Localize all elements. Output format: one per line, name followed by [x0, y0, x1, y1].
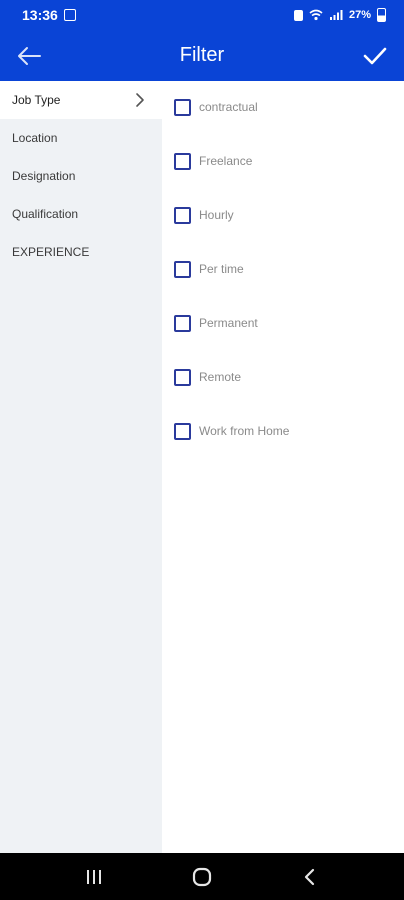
system-nav-bar	[0, 853, 404, 900]
option-label: Work from Home	[199, 424, 290, 438]
option-permanent[interactable]: Permanent	[162, 315, 404, 369]
filter-category-list: Job Type Location Designation Qualificat…	[0, 81, 162, 853]
option-label: contractual	[199, 100, 258, 114]
sidebar-item-location[interactable]: Location	[0, 119, 162, 157]
sidebar-item-label: Location	[12, 131, 58, 145]
option-work-from-home[interactable]: Work from Home	[162, 423, 404, 477]
option-label: Freelance	[199, 154, 253, 168]
checkbox[interactable]	[174, 261, 191, 278]
sidebar-item-label: Job Type	[12, 93, 61, 107]
sidebar-item-label: Designation	[12, 169, 76, 183]
sidebar-item-job-type[interactable]: Job Type	[0, 81, 162, 119]
option-contractual[interactable]: contractual	[162, 99, 404, 153]
status-time: 13:36	[22, 7, 58, 23]
apply-filter-button[interactable]	[360, 41, 390, 71]
job-type-options: contractual Freelance Hourly Per time Pe…	[162, 81, 404, 853]
back-nav-button[interactable]	[290, 857, 330, 897]
chevron-right-icon	[136, 93, 144, 107]
option-label: Permanent	[199, 316, 258, 330]
signal-icon	[329, 10, 343, 20]
status-bar: 13:36 27%	[0, 0, 404, 30]
sidebar-item-experience[interactable]: EXPERIENCE	[0, 233, 162, 271]
checkbox[interactable]	[174, 369, 191, 386]
sidebar-item-qualification[interactable]: Qualification	[0, 195, 162, 233]
status-left: 13:36	[22, 7, 76, 23]
app-bar: Filter	[0, 30, 404, 81]
recent-apps-icon	[87, 869, 101, 884]
option-label: Per time	[199, 262, 244, 276]
option-remote[interactable]: Remote	[162, 369, 404, 423]
gallery-icon	[63, 9, 76, 21]
battery-percent: 27%	[348, 9, 371, 21]
page-title: Filter	[179, 44, 225, 66]
checkmark-icon	[363, 47, 387, 64]
back-button[interactable]	[14, 41, 44, 71]
option-freelance[interactable]: Freelance	[162, 153, 404, 207]
sidebar-item-label: Qualification	[12, 207, 79, 221]
recent-apps-button[interactable]	[74, 857, 114, 897]
option-label: Remote	[199, 370, 242, 384]
battery-icon	[377, 8, 386, 22]
back-icon	[304, 868, 315, 885]
checkbox[interactable]	[174, 153, 191, 170]
option-per-time[interactable]: Per time	[162, 261, 404, 315]
option-label: Hourly	[199, 208, 234, 222]
checkbox[interactable]	[174, 99, 191, 116]
lock-icon	[293, 9, 303, 21]
wifi-icon	[309, 9, 323, 21]
home-icon	[192, 867, 212, 886]
home-button[interactable]	[182, 857, 222, 897]
arrow-left-icon	[18, 46, 41, 65]
checkbox[interactable]	[174, 423, 191, 440]
option-hourly[interactable]: Hourly	[162, 207, 404, 261]
checkbox[interactable]	[174, 207, 191, 224]
sidebar-item-label: EXPERIENCE	[12, 245, 90, 259]
checkbox[interactable]	[174, 315, 191, 332]
sidebar-item-designation[interactable]: Designation	[0, 157, 162, 195]
status-right: 27%	[293, 8, 386, 22]
